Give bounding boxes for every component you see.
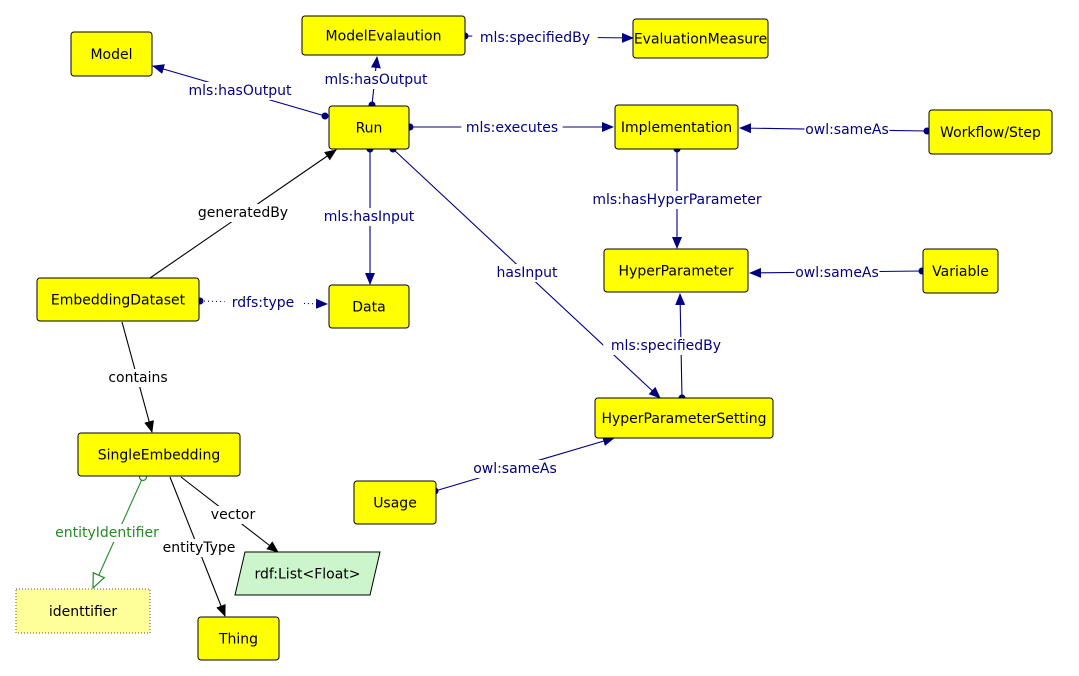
node-evaluationmeasure[interactable]: EvaluationMeasure	[632, 18, 769, 59]
node-data[interactable]: Data	[328, 284, 410, 329]
edge-label: mls:specifiedBy	[480, 30, 590, 46]
node-label: Data	[352, 300, 385, 316]
edge-label: hasInput	[497, 265, 559, 281]
node-hyperparametersetting[interactable]: HyperParameterSetting	[594, 397, 774, 439]
node-thing[interactable]: Thing	[197, 616, 280, 661]
edge-label: owl:sameAs	[473, 461, 557, 477]
node-label: Run	[356, 121, 383, 137]
node-modelevalaution[interactable]: ModelEvalaution	[301, 15, 466, 56]
node-workflow-step[interactable]: Workflow/Step	[928, 109, 1053, 155]
edge-label: mls:executes	[466, 120, 558, 136]
node-label: EmbeddingDataset	[51, 293, 186, 309]
edge-label: mls:specifiedBy	[611, 338, 721, 354]
node-implementation[interactable]: Implementation	[614, 104, 739, 150]
edge-label: generatedBy	[198, 205, 288, 221]
node-label: Workflow/Step	[940, 125, 1041, 141]
node-label: Implementation	[621, 120, 732, 136]
ontology-diagram: Model ModelEvalaution EvaluationMeasure Run…	[15, 15, 1053, 661]
edge-label: mls:hasInput	[324, 209, 415, 225]
node-label: EvaluationMeasure	[634, 32, 767, 48]
edge-label: vector	[211, 507, 256, 523]
edge-label: mls:hasHyperParameter	[592, 192, 761, 208]
node-label: Usage	[373, 496, 417, 512]
node-label: rdf:List<Float>	[254, 567, 360, 583]
edge-label: owl:sameAs	[795, 265, 879, 281]
node-run[interactable]: Run	[328, 105, 410, 150]
edge-label: owl:sameAs	[805, 122, 889, 138]
edge-label: entityType	[163, 540, 236, 556]
node-rdf-list-float[interactable]: rdf:List<Float>	[234, 551, 381, 596]
node-label: Thing	[218, 632, 258, 648]
edge-label: entityIdentifier	[55, 525, 159, 541]
node-label: Variable	[932, 264, 989, 280]
nodes-layer: Model ModelEvalaution EvaluationMeasure Run…	[15, 15, 1053, 661]
node-label: Model	[90, 47, 132, 63]
node-label: ModelEvalaution	[326, 29, 442, 45]
node-label: HyperParameterSetting	[601, 411, 766, 427]
node-hyperparameter[interactable]: HyperParameter	[603, 248, 749, 293]
node-label: HyperParameter	[619, 264, 734, 280]
node-label: identtifier	[49, 604, 118, 620]
edge-label: mls:hasOutput	[325, 72, 428, 88]
edge-label: contains	[108, 370, 167, 386]
node-singleembedding[interactable]: SingleEmbedding	[77, 432, 241, 477]
node-label: SingleEmbedding	[98, 448, 220, 464]
node-variable[interactable]: Variable	[922, 248, 999, 294]
edge-label: mls:hasOutput	[189, 83, 292, 99]
node-model[interactable]: Model	[70, 31, 153, 77]
node-identtifier[interactable]: identtifier	[15, 588, 151, 634]
edge-label: rdfs:type	[232, 295, 295, 311]
node-embeddingdataset[interactable]: EmbeddingDataset	[36, 277, 200, 322]
node-usage[interactable]: Usage	[353, 480, 437, 525]
